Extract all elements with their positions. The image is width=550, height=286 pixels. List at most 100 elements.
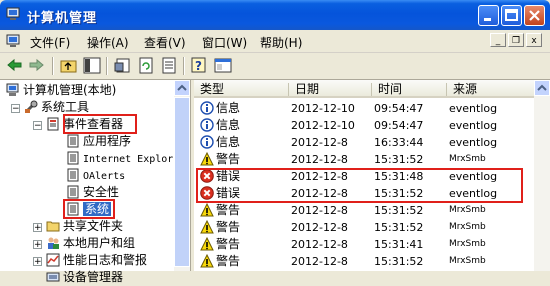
cell-date: 2012-12-8: [291, 238, 348, 251]
cell-time: 15:31:52: [374, 255, 424, 268]
log-icon: [67, 151, 79, 165]
close-icon: [529, 10, 540, 21]
cell-type: 警告: [216, 254, 241, 268]
svg-text:?: ?: [195, 59, 202, 73]
cell-type: 信息: [216, 118, 241, 132]
cell-date: 2012-12-8: [291, 255, 348, 268]
tree-item-device-manager[interactable]: 设备管理器: [46, 269, 123, 286]
warning-icon: [200, 253, 214, 268]
table-row[interactable]: 信息 2012-12-10 09:54:47 eventlog: [194, 100, 550, 117]
tree-item-label: 系统工具: [41, 100, 90, 114]
list-scrollbar[interactable]: [534, 80, 550, 271]
toolbar-separator: [183, 57, 185, 75]
scroll-up-button[interactable]: [534, 80, 550, 96]
log-icon: [67, 185, 79, 199]
users-icon: [48, 237, 59, 249]
column-divider[interactable]: [371, 83, 372, 96]
column-header-source[interactable]: 来源: [447, 80, 534, 98]
cell-source: MrxSmb: [449, 205, 486, 215]
back-icon[interactable]: [6, 57, 24, 74]
mdi-close-button[interactable]: x: [526, 33, 542, 47]
tree-item-label: 计算机管理(本地): [23, 83, 117, 97]
table-row[interactable]: 信息 2012-12-8 16:33:44 eventlog: [194, 134, 550, 151]
tree-item-internet-explorer[interactable]: Internet Explor: [66, 150, 173, 167]
up-folder-icon[interactable]: [60, 57, 78, 74]
cell-source: eventlog: [449, 136, 498, 149]
table-row[interactable]: 警告 2012-12-8 15:31:52 MrxSmb: [194, 151, 550, 168]
table-row[interactable]: 信息 2012-12-10 09:54:47 eventlog: [194, 117, 550, 134]
scroll-up-button[interactable]: [174, 80, 190, 96]
maximize-icon: [505, 9, 518, 21]
tree-item-computer-management[interactable]: 计算机管理(本地): [6, 82, 116, 99]
column-header-type[interactable]: 类型: [194, 80, 289, 98]
table-row[interactable]: 警告 2012-12-8 15:31:52 MrxSmb: [194, 202, 550, 219]
close-button[interactable]: [524, 5, 545, 26]
properties-icon[interactable]: [114, 57, 132, 74]
cell-time: 16:33:44: [374, 136, 424, 149]
toolbar-separator: [52, 57, 54, 75]
menu-window[interactable]: 窗口(W): [202, 34, 247, 51]
tree-item-label: 共享文件夹: [63, 219, 124, 233]
info-icon: [200, 101, 214, 115]
cell-type: 警告: [216, 220, 241, 234]
table-row[interactable]: 警告 2012-12-8 15:31:41 MrxSmb: [194, 236, 550, 253]
info-icon: [200, 118, 214, 132]
refresh-icon[interactable]: [137, 57, 155, 74]
tree-item-label: 应用程序: [83, 134, 132, 148]
collapse-toggle[interactable]: −: [33, 121, 42, 131]
console-icon[interactable]: [214, 57, 232, 74]
forward-icon[interactable]: [27, 57, 45, 74]
toolbar: ?: [0, 53, 550, 80]
scrollbar-thumb[interactable]: [174, 97, 190, 267]
child-window-icon[interactable]: [6, 34, 22, 48]
table-row[interactable]: 警告 2012-12-8 15:31:52 MrxSmb: [194, 253, 550, 270]
cell-time: 15:31:52: [374, 221, 424, 234]
cell-date: 2012-12-8: [291, 153, 348, 166]
tree-item-performance-logs[interactable]: 性能日志和警报: [46, 252, 147, 269]
column-header-time[interactable]: 时间: [372, 80, 447, 98]
minimize-button[interactable]: [478, 5, 499, 26]
warning-icon: [200, 236, 214, 251]
event-viewer-icon: [47, 117, 59, 131]
expand-toggle[interactable]: +: [33, 257, 42, 267]
highlight-box: [63, 199, 115, 219]
column-header-date[interactable]: 日期: [289, 80, 372, 98]
tree-item-local-users[interactable]: 本地用户和组: [46, 235, 135, 252]
mdi-restore-button[interactable]: ❐: [508, 33, 524, 47]
event-list: 类型 日期 时间 来源 信息 2012-12-10 09:54:47 eventlog…: [194, 80, 550, 271]
cell-date: 2012-12-8: [291, 204, 348, 217]
tree-item-label: OAlerts: [83, 171, 126, 182]
help-icon[interactable]: ?: [191, 57, 209, 74]
device-icon: [46, 272, 60, 282]
menu-view[interactable]: 查看(V): [144, 34, 186, 51]
menu-file[interactable]: 文件(F): [30, 34, 70, 51]
tree-item-application[interactable]: 应用程序: [66, 133, 131, 150]
title-bar[interactable]: 计算机管理: [0, 0, 550, 30]
cell-source: eventlog: [449, 119, 498, 132]
tree-item-label: 安全性: [83, 185, 120, 199]
maximize-button[interactable]: [501, 5, 522, 26]
show-hide-tree-icon[interactable]: [83, 57, 101, 74]
tree-item-shared-folders[interactable]: 共享文件夹: [46, 218, 123, 235]
expand-toggle[interactable]: +: [33, 240, 42, 250]
tree-item-label: 性能日志和警报: [63, 253, 148, 267]
menu-action[interactable]: 操作(A): [87, 34, 129, 51]
console-tree: 计算机管理(本地) − 系统工具 − 事件查看器 应用程序 Internet E…: [0, 80, 191, 284]
cell-source: MrxSmb: [449, 256, 486, 266]
tree-item-label: 设备管理器: [63, 270, 124, 284]
cell-date: 2012-12-8: [291, 136, 348, 149]
mdi-minimize-button[interactable]: _: [490, 33, 506, 47]
column-divider[interactable]: [288, 83, 289, 96]
table-row[interactable]: 警告 2012-12-8 15:31:52 MrxSmb: [194, 219, 550, 236]
cell-time: 09:54:47: [374, 102, 424, 115]
expand-toggle[interactable]: +: [33, 223, 42, 233]
menu-help[interactable]: 帮助(H): [260, 34, 302, 51]
tree-item-oalerts[interactable]: OAlerts: [66, 167, 125, 184]
tree-item-label: 本地用户和组: [63, 236, 136, 250]
collapse-toggle[interactable]: −: [11, 104, 20, 114]
cell-time: 15:31:52: [374, 153, 424, 166]
toolbar-separator: [106, 57, 108, 75]
export-list-icon[interactable]: [160, 57, 178, 74]
column-divider[interactable]: [446, 83, 447, 96]
tree-scrollbar[interactable]: [174, 80, 190, 271]
